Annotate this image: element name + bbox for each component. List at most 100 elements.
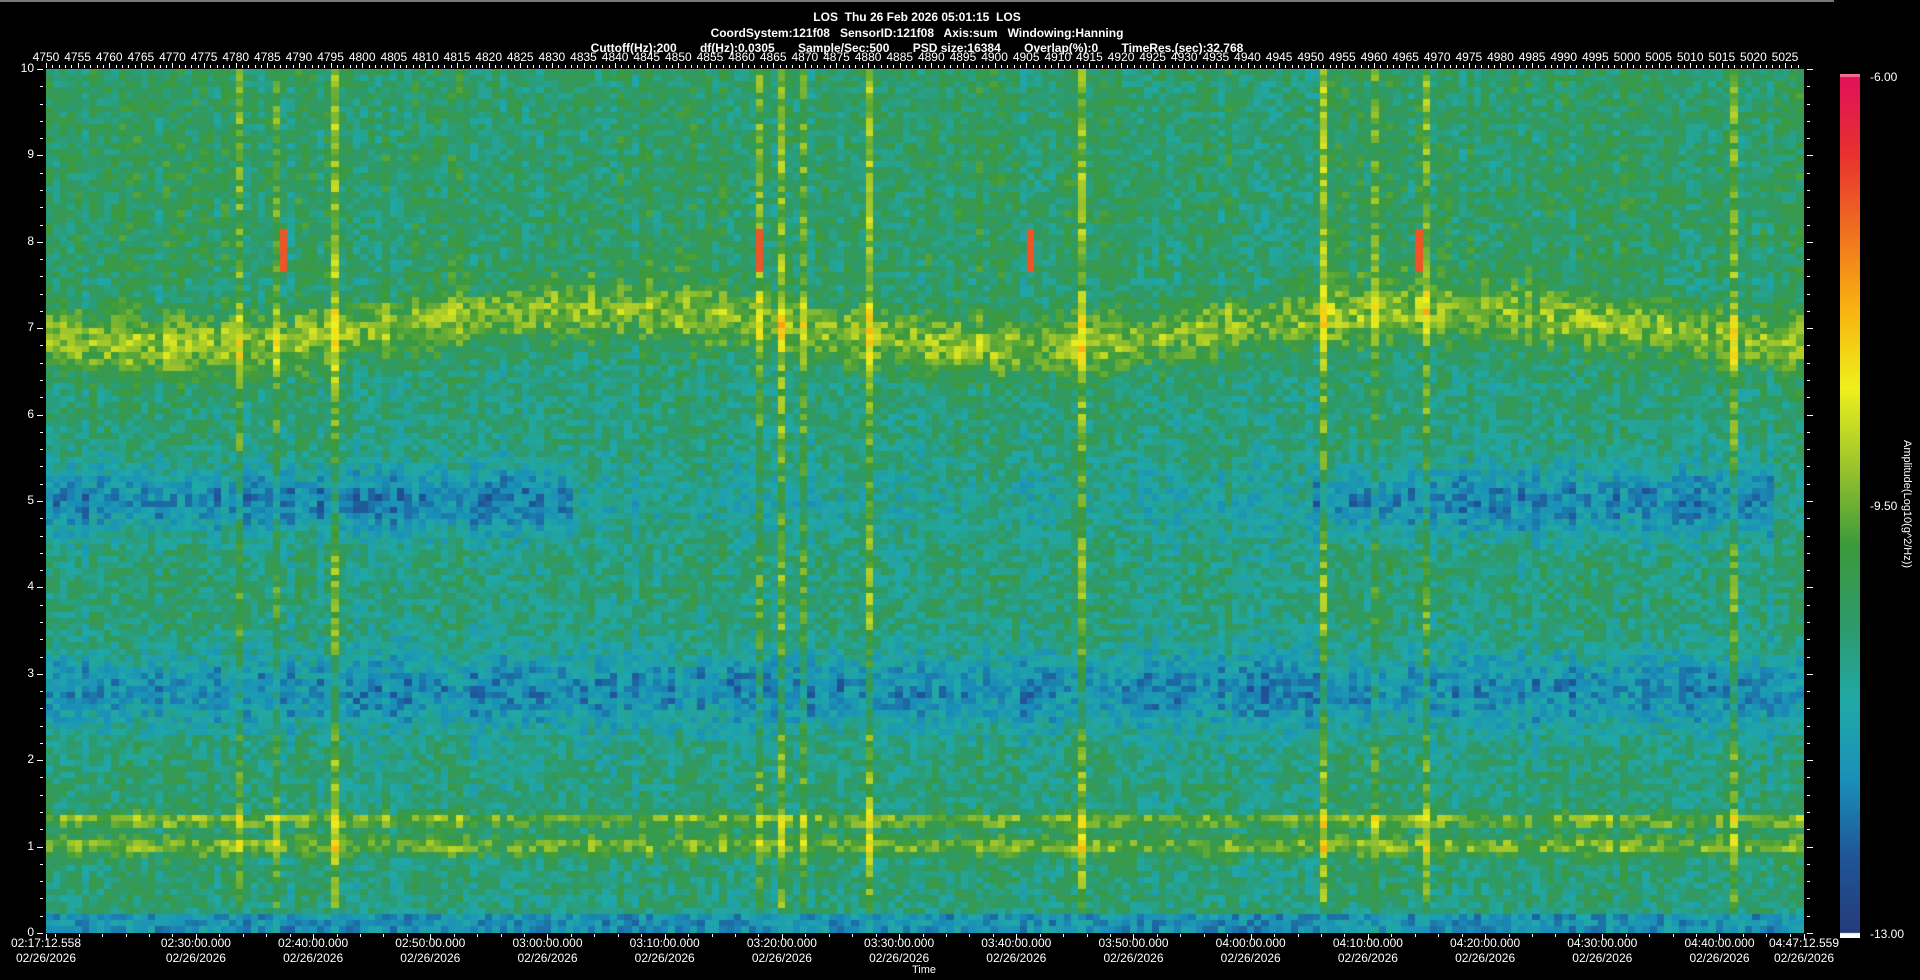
top-minor-tick: [1677, 65, 1679, 68]
y-minor-tick-left: [40, 103, 43, 105]
x-minor-tick: [1742, 934, 1744, 937]
y-minor-tick-left: [40, 535, 43, 537]
y-minor-tick-left: [40, 431, 43, 433]
top-minor-tick: [1759, 65, 1761, 68]
x-tick-label: 04:10:00.000 02/26/2026: [1318, 936, 1418, 966]
colorbar-max-label: -6.00: [1870, 70, 1898, 84]
top-minor-tick: [1456, 65, 1458, 68]
y-minor-tick-left: [40, 362, 43, 364]
x-tick-date: 02/26/2026: [1773, 951, 1835, 965]
x-tick-date: 02/26/2026: [751, 951, 812, 965]
top-minor-tick: [1133, 65, 1135, 68]
top-minor-tick: [842, 65, 844, 68]
top-minor-tick: [950, 65, 952, 68]
top-minor-tick: [444, 65, 446, 68]
y-minor-tick-left: [40, 172, 43, 174]
top-minor-tick: [1475, 65, 1477, 68]
top-minor-tick: [128, 65, 130, 68]
x-tick-label: 03:00:00.000 02/26/2026: [497, 936, 597, 966]
x-minor-tick: [1367, 934, 1369, 937]
top-minor-tick: [178, 65, 180, 68]
x-minor-tick: [1625, 934, 1627, 937]
y-minor-tick-left: [40, 328, 43, 330]
top-minor-tick: [1766, 65, 1768, 68]
top-tick-label: 4795: [317, 50, 344, 64]
top-minor-tick: [937, 65, 939, 68]
x-minor-tick: [359, 934, 361, 937]
top-minor-tick: [1177, 65, 1179, 68]
top-minor-tick: [1607, 65, 1609, 68]
y-minor-tick-left: [40, 207, 43, 209]
top-minor-tick: [147, 65, 149, 68]
top-minor-tick: [254, 65, 256, 68]
x-minor-tick: [1203, 934, 1205, 937]
x-minor-tick: [313, 934, 315, 937]
top-minor-tick: [570, 65, 572, 68]
y-minor-tick-left: [40, 345, 43, 347]
x-minor-tick: [149, 934, 151, 937]
top-minor-tick: [121, 65, 123, 68]
top-tick: [1057, 63, 1059, 68]
x-minor-tick: [1672, 934, 1674, 937]
top-tick-label: 4980: [1487, 50, 1514, 64]
top-minor-tick: [608, 65, 610, 68]
top-tick: [520, 63, 522, 68]
y-minor-tick-left: [40, 846, 43, 848]
top-minor-tick: [1019, 65, 1021, 68]
top-tick-label: 4880: [854, 50, 882, 64]
top-tick: [172, 63, 174, 68]
top-tick: [646, 63, 648, 68]
x-tick-label: 03:10:00.000 02/26/2026: [615, 936, 715, 966]
y-minor-tick-left: [40, 639, 43, 641]
top-minor-tick: [1323, 65, 1325, 68]
top-tick: [140, 63, 142, 68]
y-minor-tick-left: [40, 863, 43, 865]
x-minor-tick: [1578, 934, 1580, 937]
top-tick-label: 4965: [1392, 50, 1419, 64]
top-minor-tick: [71, 65, 73, 68]
x-tick-label: 02:50:00.000 02/26/2026: [380, 936, 480, 966]
top-minor-tick: [197, 65, 199, 68]
top-minor-tick: [558, 65, 560, 68]
x-minor-tick: [1649, 934, 1651, 937]
top-tick: [1373, 63, 1375, 68]
x-minor-tick: [735, 934, 737, 937]
top-minor-tick: [1797, 65, 1799, 68]
y-tick: [37, 933, 43, 934]
top-minor-tick: [1298, 65, 1300, 68]
y-minor-tick: [1807, 86, 1810, 88]
y-minor-tick: [1807, 501, 1810, 502]
top-minor-tick: [1734, 65, 1736, 68]
top-minor-tick: [1051, 65, 1053, 68]
x-minor-tick: [1719, 934, 1721, 937]
top-minor-tick: [229, 65, 231, 68]
top-tick-label: 4860: [728, 50, 755, 64]
top-minor-tick: [134, 65, 136, 68]
top-tick: [868, 63, 870, 68]
top-minor-tick: [564, 65, 566, 68]
top-minor-tick: [210, 65, 212, 68]
top-tick: [709, 63, 711, 68]
top-tick-label: 4940: [1234, 50, 1261, 64]
y-minor-tick-left: [40, 380, 43, 382]
y-minor-tick-left: [40, 155, 43, 157]
x-minor-tick: [1485, 934, 1487, 937]
top-tick-label: 4950: [1297, 50, 1325, 64]
x-minor-tick: [1766, 934, 1768, 937]
x-minor-tick: [1789, 934, 1791, 937]
y-minor-tick: [1807, 639, 1810, 641]
top-minor-tick: [1253, 65, 1255, 68]
top-tick: [1532, 63, 1534, 68]
x-minor-tick: [1438, 934, 1440, 937]
top-tick: [1405, 63, 1407, 68]
x-minor-tick: [1461, 934, 1463, 937]
top-tick-label: 4955: [1329, 50, 1356, 64]
top-minor-tick: [621, 65, 623, 68]
y-tick-label: 1: [27, 838, 34, 853]
x-tick-time: 02:17:12.558: [10, 936, 82, 950]
spectrogram-heatmap[interactable]: [46, 69, 1804, 933]
x-minor-tick: [1156, 934, 1158, 937]
top-minor-tick: [893, 65, 895, 68]
top-minor-tick: [1222, 65, 1224, 68]
top-minor-tick: [1386, 65, 1388, 68]
